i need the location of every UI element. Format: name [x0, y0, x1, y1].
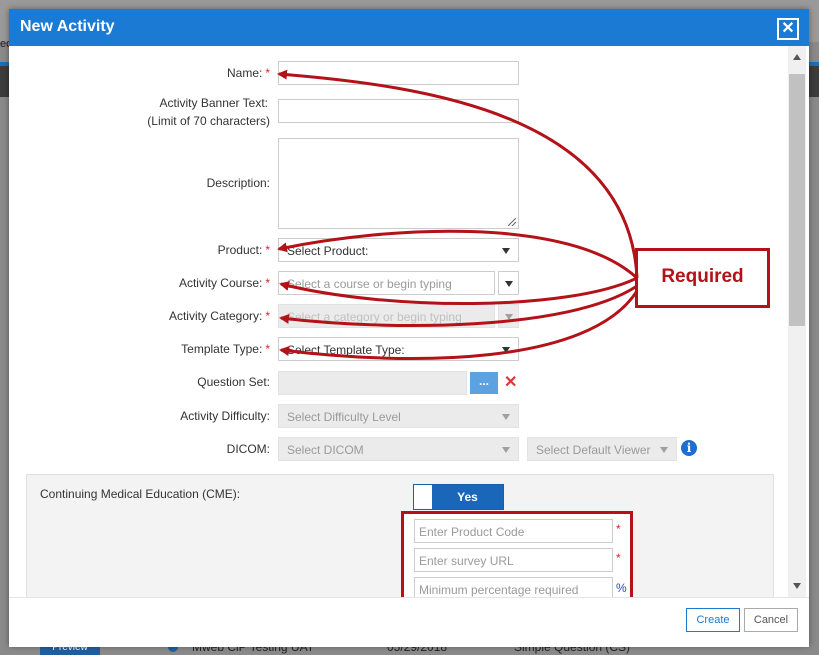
required-arrows [277, 69, 639, 360]
modal-footer: Create Cancel [9, 597, 809, 647]
cancel-button[interactable]: Cancel [744, 608, 798, 632]
new-activity-modal: New Activity ✕ Name: * Activity Banner Te… [9, 9, 809, 647]
create-button[interactable]: Create [686, 608, 740, 632]
close-icon[interactable]: ✕ [777, 18, 799, 40]
arrow-to-category [279, 284, 638, 328]
modal-body: Name: * Activity Banner Text: (Limit of 7… [9, 46, 787, 597]
arrow-to-product [277, 229, 639, 280]
scrollbar-thumb[interactable] [789, 74, 805, 326]
scroll-down-arrow-icon[interactable] [793, 583, 801, 589]
modal-title: New Activity [20, 18, 115, 35]
scroll-up-arrow-icon[interactable] [793, 54, 801, 60]
arrow-to-course [279, 276, 638, 306]
modal-header: New Activity ✕ [9, 9, 809, 46]
vertical-scrollbar[interactable] [788, 46, 806, 597]
